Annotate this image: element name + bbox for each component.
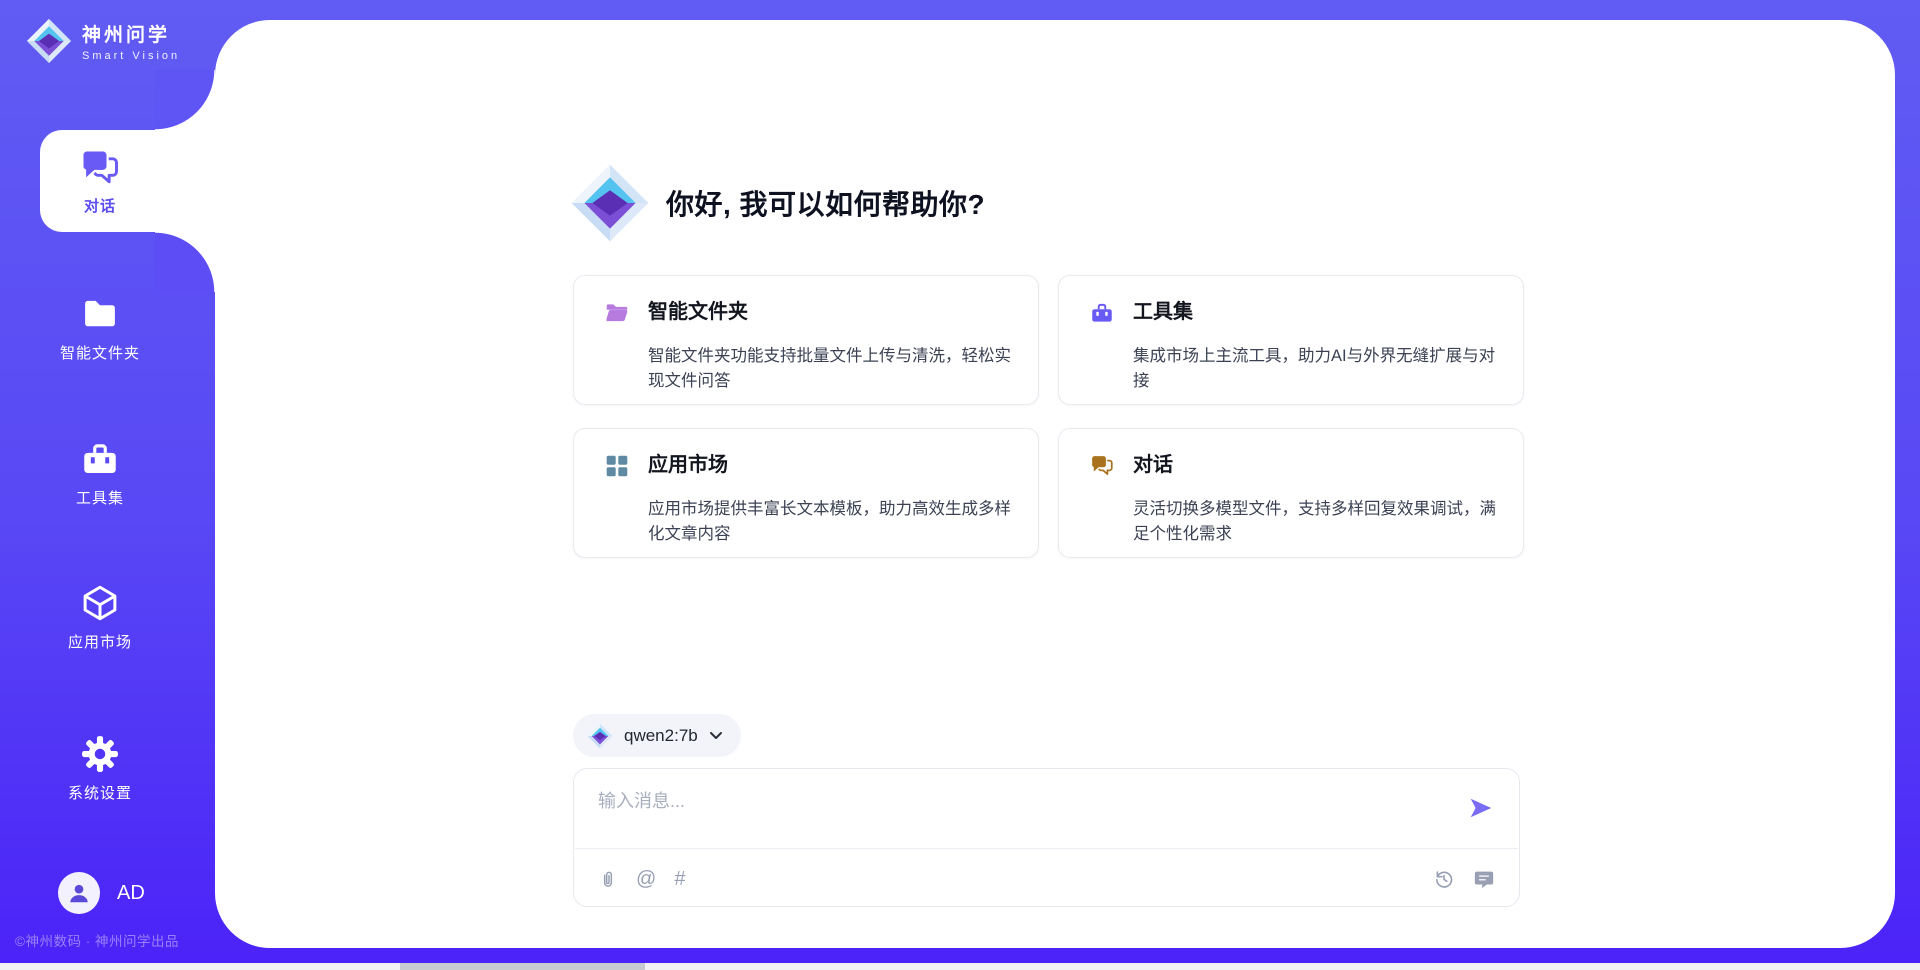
card-title: 应用市场	[648, 452, 1012, 489]
brand-name: 神州问学	[82, 20, 180, 47]
sidebar-item-settings[interactable]: 系统设置	[36, 733, 164, 803]
chevron-down-icon	[709, 731, 723, 740]
active-tab-fillet-bottom	[155, 232, 215, 292]
card-smart-folder[interactable]: 智能文件夹 智能文件夹功能支持批量文件上传与清洗，轻松实现文件问答	[573, 275, 1039, 405]
user-name: AD	[117, 882, 145, 905]
avatar	[58, 872, 100, 914]
greeting-text: 你好, 我可以如何帮助你?	[666, 183, 985, 223]
sidebar-item-label: 工具集	[36, 487, 164, 508]
horizontal-scrollbar[interactable]	[0, 963, 1920, 970]
card-desc: 应用市场提供丰富长文本模板，助力高效生成多样化文章内容	[648, 497, 1012, 557]
folder-icon	[604, 300, 630, 326]
chat-icon	[1089, 453, 1115, 479]
model-gem-icon	[587, 723, 613, 749]
history-button[interactable]	[1433, 868, 1455, 890]
person-icon	[66, 880, 92, 906]
send-icon	[1468, 795, 1494, 821]
user-profile[interactable]: AD	[58, 872, 145, 914]
attach-file-button[interactable]	[598, 868, 618, 890]
paperclip-icon	[598, 868, 618, 890]
message-input[interactable]	[598, 787, 1418, 839]
sidebar-item-label: 智能文件夹	[36, 342, 164, 363]
brand-logo: 神州问学 Smart Vision	[26, 18, 180, 64]
card-desc: 集成市场上主流工具，助力AI与外界无缝扩展与对接	[1133, 344, 1497, 404]
card-toolbox[interactable]: 工具集 集成市场上主流工具，助力AI与外界无缝扩展与对接	[1058, 275, 1524, 405]
send-button[interactable]	[1467, 795, 1495, 823]
cube-icon	[79, 582, 121, 624]
sidebar-item-smart-folder[interactable]: 智能文件夹	[36, 293, 164, 363]
copyright-footer: ©神州数码 · 神州问学出品	[15, 930, 179, 950]
composer-divider	[575, 848, 1518, 849]
app-root: 神州问学 Smart Vision 对话 智能文件夹	[0, 0, 1920, 970]
brand-subtitle: Smart Vision	[82, 50, 180, 62]
toolbox-icon	[79, 438, 121, 480]
history-icon	[1433, 868, 1455, 890]
composer-toolbar: @ #	[598, 863, 1495, 895]
grid-icon	[604, 453, 630, 479]
sidebar-item-label: 应用市场	[36, 631, 164, 652]
card-chat[interactable]: 对话 灵活切换多模型文件，支持多样回复效果调试，满足个性化需求	[1058, 428, 1524, 558]
greeting-gem-icon	[570, 163, 650, 243]
sidebar-item-chat[interactable]: 对话	[40, 130, 215, 232]
brand-gem-icon	[26, 18, 72, 64]
sidebar-item-label: 系统设置	[36, 782, 164, 803]
hash-icon: #	[674, 868, 685, 891]
at-icon: @	[636, 868, 656, 891]
folder-icon	[79, 293, 121, 335]
gear-icon	[79, 733, 121, 775]
chat-bubble-icon	[1473, 868, 1495, 890]
mention-button[interactable]: @	[636, 868, 656, 891]
card-app-market[interactable]: 应用市场 应用市场提供丰富长文本模板，助力高效生成多样化文章内容	[573, 428, 1039, 558]
scrollbar-thumb[interactable]	[400, 963, 645, 970]
message-composer[interactable]: @ #	[573, 768, 1520, 907]
sidebar-item-toolbox[interactable]: 工具集	[36, 438, 164, 508]
model-name: qwen2:7b	[624, 726, 698, 746]
card-desc: 智能文件夹功能支持批量文件上传与清洗，轻松实现文件问答	[648, 344, 1012, 404]
active-tab-fillet-top	[155, 70, 215, 130]
card-title: 对话	[1133, 452, 1497, 489]
model-selector[interactable]: qwen2:7b	[573, 714, 741, 757]
sidebar-item-app-market[interactable]: 应用市场	[36, 582, 164, 652]
feedback-button[interactable]	[1473, 868, 1495, 890]
card-desc: 灵活切换多模型文件，支持多样回复效果调试，满足个性化需求	[1133, 497, 1497, 557]
toolbox-icon	[1089, 300, 1115, 326]
composer-right-tools	[1433, 868, 1495, 890]
composer-left-tools: @ #	[598, 868, 685, 891]
sidebar-item-label: 对话	[84, 195, 116, 216]
greeting: 你好, 我可以如何帮助你?	[570, 163, 985, 243]
topic-button[interactable]: #	[674, 868, 685, 891]
chat-icon	[78, 146, 122, 190]
card-title: 工具集	[1133, 299, 1497, 336]
card-title: 智能文件夹	[648, 299, 1012, 336]
